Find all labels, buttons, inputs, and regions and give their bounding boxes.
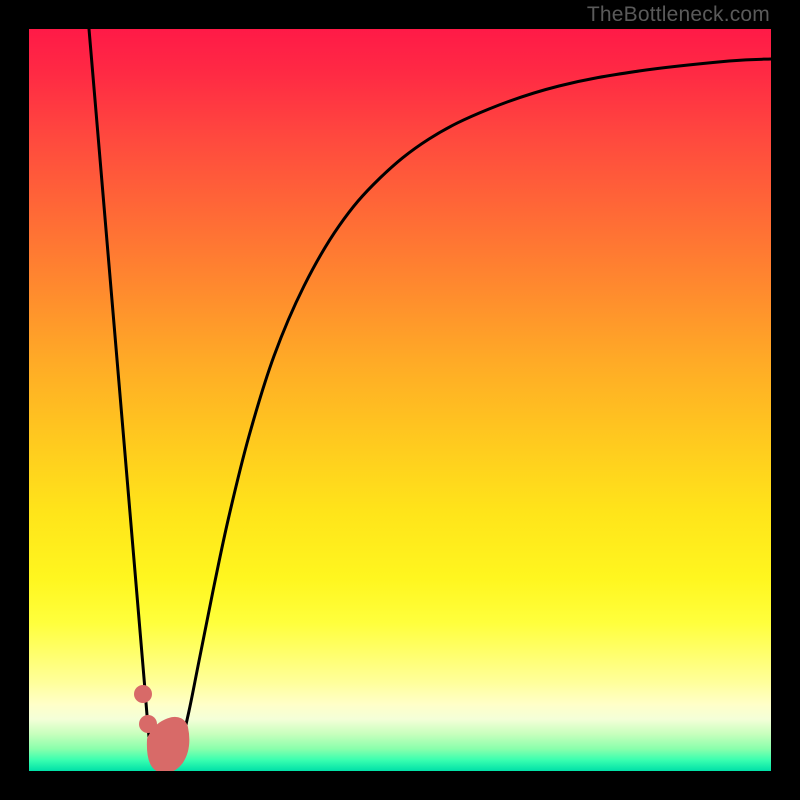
valley-marker-hook — [154, 724, 182, 766]
plot-area — [29, 29, 771, 771]
bottleneck-curve — [89, 29, 771, 770]
valley-marker-dot — [134, 685, 152, 703]
watermark-text: TheBottleneck.com — [587, 0, 770, 29]
chart-frame: TheBottleneck.com — [0, 0, 800, 800]
chart-svg — [29, 29, 771, 771]
